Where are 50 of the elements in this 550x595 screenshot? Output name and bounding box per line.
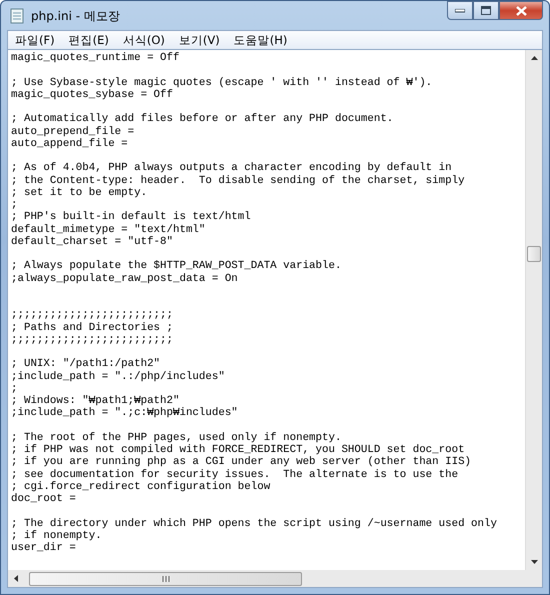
code-line: ; PHP's built-in default is text/html	[11, 211, 252, 224]
window-title: php.ini - 메모장	[31, 8, 120, 24]
scroll-down-icon[interactable]	[530, 557, 538, 566]
code-line: ;	[11, 382, 18, 395]
scroll-left-icon[interactable]	[12, 574, 21, 583]
code-line: ; Always populate the $HTTP_RAW_POST_DATA variable.	[11, 260, 342, 272]
notepad-icon	[9, 8, 25, 24]
code-line: default_charset = "utf-8"	[11, 236, 174, 248]
scrollbar-thumb[interactable]	[527, 246, 541, 262]
code-line: ; Windows: "₩path1;₩path2"	[11, 395, 180, 407]
code-line: ; The directory under which PHP opens the script using /~username used only	[11, 518, 498, 530]
code-line: auto_prepend_file =	[11, 126, 136, 138]
minimize-button[interactable]	[447, 1, 473, 20]
menu-item[interactable]: 보기(V)	[172, 32, 227, 48]
code-line: magic_quotes_sybase = Off	[11, 88, 174, 101]
code-line: ; Use Sybase-style magic quotes (escape ' with '' instead of ₩').	[11, 76, 434, 89]
code-line: ;always_populate_raw_post_data = On	[11, 272, 239, 285]
code-line: default_mimetype = "text/html"	[11, 224, 206, 236]
close-icon	[516, 6, 526, 16]
code-line: ; if PHP was not compiled with FORCE_REDIRECT, you SHOULD set doc_root	[11, 444, 466, 456]
close-button[interactable]	[499, 1, 543, 20]
code-line: ; if you are running php as a CGI under any web server (other than IIS)	[11, 456, 472, 468]
code-line: ; see documentation for security issues. The alternate is to use the	[11, 468, 460, 481]
menu-item[interactable]: 도움말(H)	[226, 32, 294, 48]
code-line: ; the Content-type: header. To disable sending of the charset, simply	[11, 174, 466, 187]
code-line: ; Automatically add files before or after any PHP document.	[11, 113, 394, 126]
maximize-icon	[481, 6, 491, 15]
menu-item[interactable]: 파일(F)	[8, 32, 62, 48]
scrollbar-thumb[interactable]	[29, 572, 302, 586]
code-line: user_dir =	[11, 542, 77, 554]
code-line: ; Paths and Directories ;	[11, 322, 174, 334]
code-line: doc_root =	[11, 493, 77, 506]
code-line: magic_quotes_runtime = Off	[11, 52, 180, 64]
code-line: auto_append_file =	[11, 138, 129, 150]
code-line: ; As of 4.0b4, PHP always outputs a character encoding by default in	[11, 162, 453, 174]
code-line: ; cgi.force_redirect configuration below	[11, 480, 272, 493]
code-line: ; The root of the PHP pages, used only if nonempty.	[11, 432, 342, 444]
code-line: ; set it to be empty.	[11, 186, 148, 199]
code-line: ;;;;;;;;;;;;;;;;;;;;;;;;;	[11, 334, 174, 346]
minimize-icon	[455, 8, 465, 12]
menu-item[interactable]: 서식(O)	[116, 32, 172, 48]
maximize-button[interactable]	[473, 1, 499, 20]
code-line: ; if nonempty.	[11, 530, 103, 542]
scroll-up-icon[interactable]	[530, 54, 538, 63]
code-line: ;;;;;;;;;;;;;;;;;;;;;;;;;	[11, 309, 174, 322]
menu-item[interactable]: 편집(E)	[62, 32, 116, 48]
code-line: ; UNIX: "/path1:/path2"	[11, 358, 162, 370]
code-line: ;	[11, 199, 18, 212]
code-line: ;include_path = ".:/php/includes"	[11, 370, 226, 383]
code-line: ;include_path = ".;c:₩php₩includes"	[11, 407, 239, 420]
